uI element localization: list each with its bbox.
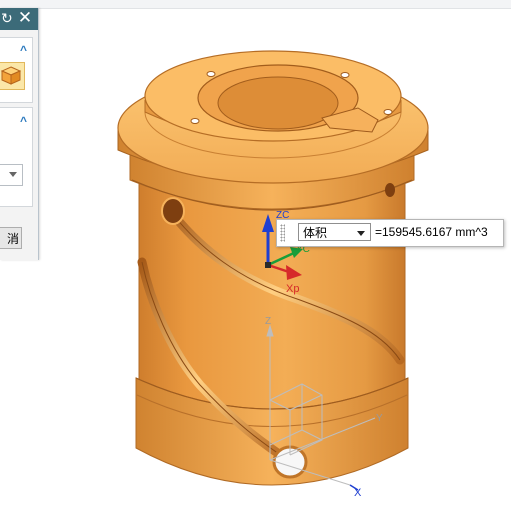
- solid-body-icon: [0, 66, 22, 85]
- top-flange[interactable]: [117, 50, 429, 184]
- graphics-viewport[interactable]: ZC YC Xp Z Y X: [0, 0, 511, 516]
- dialog-titlebar: ↻ ✕: [0, 8, 38, 30]
- abs-z-label: Z: [265, 316, 271, 327]
- cancel-button[interactable]: 消: [0, 227, 22, 249]
- object-section: ^: [0, 37, 33, 103]
- measure-body-dialog: ↻ ✕ ^ ^ 消: [0, 8, 39, 260]
- measurement-type-value: 体积: [303, 226, 328, 240]
- measurement-result-widget: 体积 =159545.6167 mm^3: [276, 219, 504, 247]
- dropdown-arrow-icon: [9, 172, 17, 177]
- result-section: ^: [0, 107, 33, 207]
- measurement-type-select[interactable]: 体积: [298, 223, 371, 241]
- abs-x-label: X: [354, 487, 362, 499]
- close-icon[interactable]: ✕: [17, 9, 33, 27]
- result-type-dropdown[interactable]: [0, 164, 23, 186]
- reset-icon[interactable]: ↻: [1, 9, 13, 27]
- triad-origin[interactable]: [265, 262, 271, 268]
- collapse-icon[interactable]: ^: [20, 44, 27, 56]
- collapse-icon[interactable]: ^: [20, 115, 27, 127]
- drag-handle[interactable]: [280, 224, 285, 242]
- abs-y-label: Y: [376, 413, 383, 424]
- xc-label: Xp: [286, 283, 299, 295]
- volume-value: =159545.6167 mm^3: [375, 225, 488, 239]
- dropdown-arrow-icon: [357, 231, 365, 236]
- select-body-button[interactable]: [0, 62, 25, 90]
